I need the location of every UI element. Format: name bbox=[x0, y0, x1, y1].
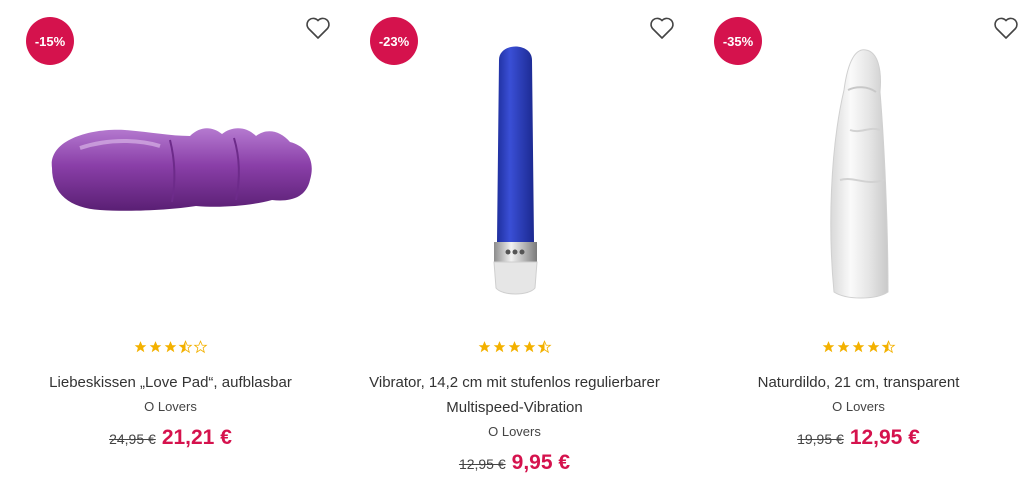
product-card[interactable]: -15% Liebeskissen „Love Pad“, aufblasbar… bbox=[0, 0, 341, 497]
star-icon bbox=[478, 341, 491, 353]
price-row: 19,95 € 12,95 € bbox=[708, 425, 1009, 452]
product-grid: -15% Liebeskissen „Love Pad“, aufblasbar… bbox=[0, 0, 1024, 497]
product-name[interactable]: Liebeskissen „Love Pad“, aufblasbar bbox=[20, 370, 321, 395]
star-empty-icon bbox=[193, 340, 208, 354]
star-icon bbox=[164, 341, 177, 353]
star-half-icon bbox=[881, 340, 896, 354]
star-icon bbox=[523, 341, 536, 353]
sale-price: 21,21 € bbox=[161, 426, 232, 449]
rating-stars bbox=[344, 340, 685, 354]
product-brand[interactable]: O Lovers bbox=[20, 395, 321, 419]
product-name[interactable]: Naturdildo, 21 cm, transparent bbox=[708, 370, 1009, 395]
star-icon bbox=[149, 341, 162, 353]
price-row: 12,95 € 9,95 € bbox=[364, 450, 665, 477]
product-image[interactable] bbox=[688, 30, 1024, 305]
product-image[interactable] bbox=[344, 30, 685, 305]
price-row: 24,95 € 21,21 € bbox=[20, 425, 321, 452]
rating-stars bbox=[0, 340, 341, 354]
old-price: 19,95 € bbox=[797, 431, 844, 447]
star-icon bbox=[837, 341, 850, 353]
product-brand[interactable]: O Lovers bbox=[364, 420, 665, 444]
star-icon bbox=[508, 341, 521, 353]
sale-price: 12,95 € bbox=[849, 426, 920, 449]
old-price: 12,95 € bbox=[458, 456, 506, 472]
product-card[interactable]: -35% Naturdildo, 21 cm, transparent O Lo… bbox=[688, 0, 1024, 497]
product-card[interactable]: -23% Vibrator, 14,2 cm mit stufenlos reg… bbox=[344, 0, 685, 497]
star-icon bbox=[134, 341, 147, 353]
product-brand[interactable]: O Lovers bbox=[708, 395, 1009, 419]
product-name[interactable]: Vibrator, 14,2 cm mit stufenlos regulier… bbox=[364, 370, 665, 420]
star-icon bbox=[867, 341, 880, 353]
star-icon bbox=[493, 341, 506, 353]
sale-price: 9,95 € bbox=[511, 451, 571, 474]
star-icon bbox=[822, 341, 835, 353]
old-price: 24,95 € bbox=[109, 431, 156, 447]
star-half-icon bbox=[537, 340, 552, 354]
rating-stars bbox=[688, 340, 1024, 354]
star-half-icon bbox=[178, 340, 193, 354]
star-icon bbox=[852, 341, 865, 353]
product-image[interactable] bbox=[0, 30, 341, 305]
